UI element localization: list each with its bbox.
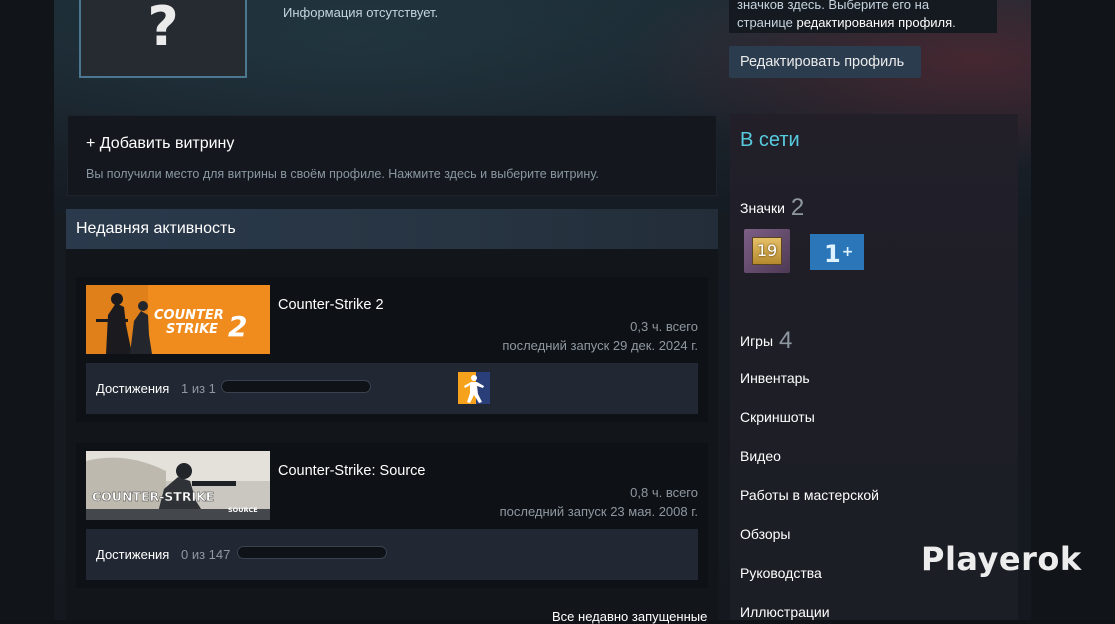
cs2-capsule-art: COUNTER STRIKE 2 xyxy=(86,285,270,354)
watermark: Playerok xyxy=(921,540,1082,578)
avatar-placeholder-icon: ? xyxy=(147,0,179,58)
sidebar-link-videos[interactable]: Видео xyxy=(740,448,781,464)
add-showcase-panel[interactable]: + Добавить витрину Вы получили место для… xyxy=(67,115,717,196)
games-label: Игры xyxy=(740,333,774,349)
add-showcase-description: Вы получили место для витрины в своём пр… xyxy=(86,167,599,181)
sidebar-link-guides[interactable]: Руководства xyxy=(740,565,822,581)
edit-profile-link[interactable]: редактирования профиля xyxy=(797,15,953,30)
years-of-service-badge[interactable]: 1+ xyxy=(810,234,864,270)
badges-link[interactable]: Значки 2 xyxy=(740,194,804,222)
profile-summary: Информация отсутствует. xyxy=(283,5,439,20)
cs2-logo-line2: STRIKE xyxy=(166,322,218,337)
cs2-logo-number: 2 xyxy=(228,310,247,343)
edit-profile-button[interactable]: Редактировать профиль xyxy=(729,46,921,78)
add-showcase-title: + Добавить витрину xyxy=(86,135,235,152)
sidebar-link-inventory[interactable]: Инвентарь xyxy=(740,370,810,386)
achievements-bar[interactable]: Достижения 0 из 147 xyxy=(86,529,698,580)
hint-line-2: странице редактирования профиля. xyxy=(737,14,989,32)
sidebar-link-screenshots[interactable]: Скриншоты xyxy=(740,409,815,425)
years-badge-number: 1 xyxy=(824,240,841,268)
hint-prefix: странице xyxy=(737,15,797,30)
sidebar-link-workshop[interactable]: Работы в мастерской xyxy=(740,487,879,503)
avatar[interactable]: ? xyxy=(79,0,247,78)
recent-activity-title: Недавняя активность xyxy=(76,220,236,237)
badge-hint-box: значков здесь. Выберите его на странице … xyxy=(729,0,997,33)
game-hours: 0,8 ч. всего xyxy=(630,485,698,500)
level-badge-number: 19 xyxy=(752,237,782,265)
game-hours: 0,3 ч. всего xyxy=(630,319,698,334)
achievements-label: Достижения xyxy=(96,381,170,396)
achievement-icon[interactable] xyxy=(458,372,490,404)
game-last-played: последний запуск 23 мая. 2008 г. xyxy=(499,504,698,519)
sidebar-link-artwork[interactable]: Иллюстрации xyxy=(740,604,830,620)
sidebar-link-reviews[interactable]: Обзоры xyxy=(740,526,791,542)
game-name[interactable]: Counter-Strike 2 xyxy=(278,297,384,313)
css-capsule-art: COUNTER-STRIKE SOURCE xyxy=(86,451,270,520)
game-name[interactable]: Counter-Strike: Source xyxy=(278,463,425,479)
achievements-bar[interactable]: Достижения 1 из 1 xyxy=(86,363,698,414)
game-last-played: последний запуск 29 дек. 2024 г. xyxy=(502,338,698,353)
hint-line-1: значков здесь. Выберите его на xyxy=(737,0,930,12)
achievement-progress-bar xyxy=(221,380,371,393)
css-logo-line2: SOURCE xyxy=(228,506,258,514)
games-link[interactable]: Игры 4 xyxy=(740,327,792,355)
recent-game-cs2: COUNTER STRIKE 2 Counter-Strike 2 0,3 ч.… xyxy=(76,277,708,422)
level-badge[interactable]: 19 xyxy=(744,229,790,273)
achievement-progress-bar xyxy=(237,546,387,559)
cs-soldier-icon xyxy=(458,372,490,404)
all-recent-games-link[interactable]: Все недавно запущенные xyxy=(552,609,707,624)
css-logo-line1: COUNTER-STRIKE xyxy=(92,489,214,504)
hint-suffix: . xyxy=(952,15,956,30)
cs2-logo-line1: COUNTER xyxy=(154,308,224,323)
online-status: В сети xyxy=(740,129,800,151)
years-badge-plus: + xyxy=(841,244,854,260)
badges-label: Значки xyxy=(740,200,785,216)
achievements-count: 1 из 1 xyxy=(181,381,216,396)
badges-count: 2 xyxy=(790,194,805,221)
game-capsule-cs2[interactable]: COUNTER STRIKE 2 xyxy=(86,285,270,354)
recent-game-css: COUNTER-STRIKE SOURCE Counter-Strike: So… xyxy=(76,443,708,588)
achievements-label: Достижения xyxy=(96,547,170,562)
recent-activity-header: Недавняя активность xyxy=(66,209,718,249)
achievements-count: 0 из 147 xyxy=(181,547,231,562)
games-count: 4 xyxy=(779,327,793,354)
game-capsule-css[interactable]: COUNTER-STRIKE SOURCE xyxy=(86,451,270,520)
